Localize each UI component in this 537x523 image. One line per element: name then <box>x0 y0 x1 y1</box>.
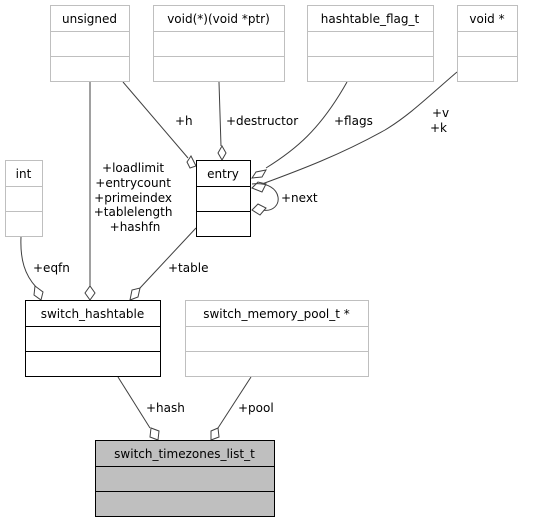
class-name: entry <box>207 167 239 181</box>
member-label: +entrycount <box>95 176 171 190</box>
collaboration-diagram: +h +destructor +flags +v +k +next +eqfn … <box>5 5 518 517</box>
edge-label-flags: +flags <box>334 114 373 128</box>
member-label: +hashfn <box>110 220 161 234</box>
class-name: int <box>16 167 32 181</box>
class-name: switch_hashtable <box>41 307 145 321</box>
edge-vk <box>261 71 458 185</box>
aggregation-diamond <box>33 285 44 301</box>
aggregation-diamond <box>149 427 160 441</box>
edges: +h +destructor +flags +v +k +next +eqfn … <box>20 71 458 441</box>
class-node-flag-type[interactable]: hashtable_flag_t <box>307 5 434 82</box>
member-label: +primeindex <box>94 191 172 205</box>
class-node-memory-pool[interactable]: switch_memory_pool_t * <box>185 300 369 377</box>
edge-label-destructor: +destructor <box>226 114 298 128</box>
aggregation-diamond <box>129 287 141 301</box>
class-name: hashtable_flag_t <box>321 12 420 26</box>
edge-label-h: +h <box>175 114 193 128</box>
aggregation-diamond <box>250 169 267 179</box>
edge-label-hash: +hash <box>146 401 185 415</box>
class-node-int[interactable]: int <box>5 160 43 237</box>
class-name: switch_timezones_list_t <box>114 447 255 461</box>
edge-label-unsigned-members: +loadlimit +entrycount +primeindex +tabl… <box>94 161 177 234</box>
edge-label-v: +v <box>432 106 449 120</box>
class-name: switch_memory_pool_t * <box>203 307 350 321</box>
class-name: unsigned <box>62 12 117 26</box>
class-name: void(*)(void *ptr) <box>167 12 270 26</box>
aggregation-diamond <box>210 427 220 441</box>
class-node-unsigned[interactable]: unsigned <box>50 5 130 82</box>
member-label: +tablelength <box>94 205 173 219</box>
nodes: unsigned void(*)(void *ptr) hashtable_flag… <box>5 5 518 517</box>
class-name: void * <box>469 12 504 26</box>
aggregation-diamond <box>84 285 96 301</box>
edge-label-k: +k <box>430 121 447 135</box>
aggregation-diamond <box>186 155 197 169</box>
edge-label-eqfn: +eqfn <box>33 261 70 275</box>
edge-label-table: +table <box>168 261 208 275</box>
edge-table <box>139 227 197 289</box>
edge-label-next: +next <box>281 191 318 205</box>
class-node-timezones-list[interactable]: switch_timezones_list_t <box>95 440 275 517</box>
class-node-entry[interactable]: entry <box>196 160 251 237</box>
aggregation-diamond <box>217 144 227 162</box>
aggregation-diamond <box>251 203 267 216</box>
class-node-switch-hashtable[interactable]: switch_hashtable <box>25 300 161 377</box>
edge-label-pool: +pool <box>238 401 274 415</box>
class-node-void-ptr[interactable]: void * <box>457 5 518 82</box>
edge-destructor <box>218 81 222 147</box>
class-node-destructor-type[interactable]: void(*)(void *ptr) <box>153 5 285 82</box>
member-label: +loadlimit <box>102 161 164 175</box>
